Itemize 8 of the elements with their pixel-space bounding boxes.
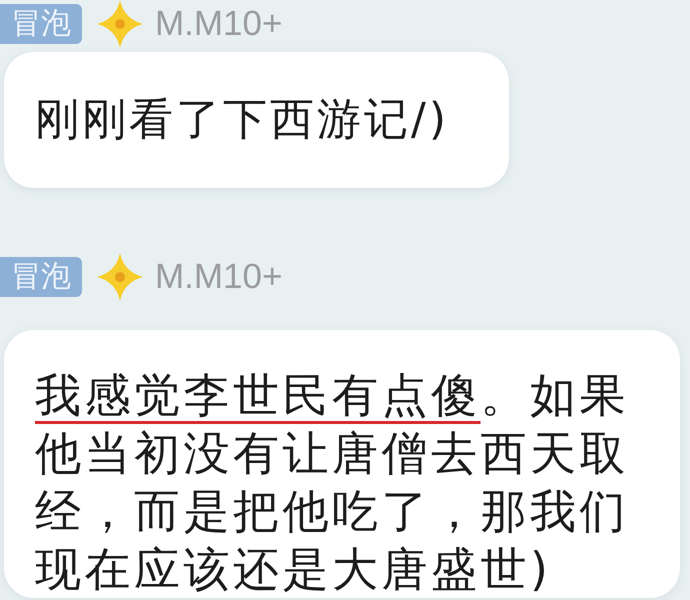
user-badge: 冒泡 [0, 4, 82, 44]
message-text: 刚刚看了下西游记/) [35, 93, 449, 147]
username: M.M10+ [155, 4, 282, 44]
star-icon [97, 0, 143, 48]
user-badge: 冒泡 [0, 257, 82, 297]
star-icon [97, 253, 143, 301]
username: M.M10+ [155, 257, 282, 297]
message-text: 我感觉李世民有点傻。如果他当初没有让唐僧去西天取经，而是把他吃了，那我们现在应该还是大唐盛世) [35, 367, 630, 598]
